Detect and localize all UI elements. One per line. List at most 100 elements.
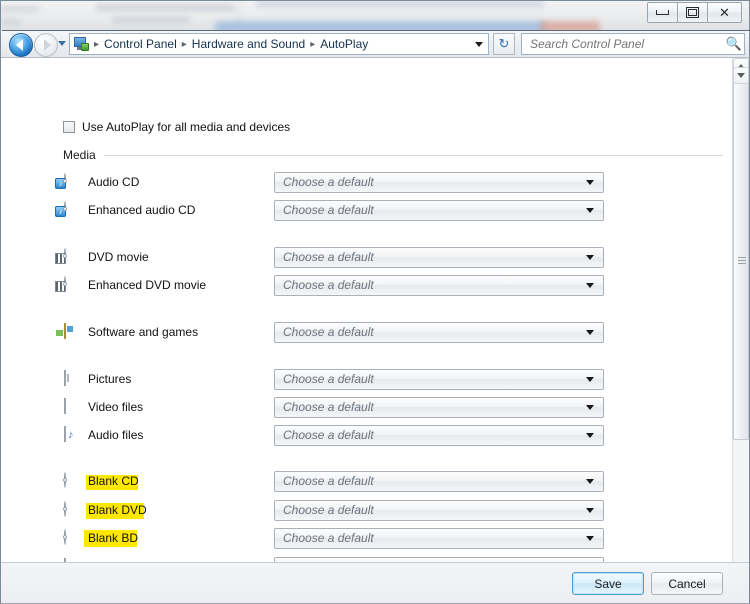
media-row: Pictures Choose a default <box>1 368 731 390</box>
default-action-dropdown[interactable]: Choose a default <box>274 246 604 268</box>
autoplay-settings-pane: Use AutoPlay for all media and devices M… <box>1 58 731 562</box>
enhanced-dvd-icon <box>55 275 81 294</box>
breadcrumb-separator-1: ▸ <box>181 38 187 50</box>
enhanced-audio-cd-icon: ♪ <box>55 200 81 219</box>
refresh-button[interactable]: ↻ <box>493 33 515 55</box>
scrollbar-grip-icon <box>738 256 746 264</box>
use-autoplay-checkbox-row[interactable]: Use AutoPlay for all media and devices <box>63 120 290 134</box>
group-divider <box>103 154 723 156</box>
breadcrumb-control-panel[interactable]: Control Panel <box>104 37 177 51</box>
control-panel-icon <box>74 37 89 51</box>
dvd-movie-icon <box>55 247 81 266</box>
dropdown-selected-value: Choose a default <box>283 175 374 189</box>
default-action-dropdown[interactable]: Choose a default <box>274 368 604 390</box>
dropdown-selected-value: Choose a default <box>283 250 374 264</box>
media-type-label: Blank DVD <box>88 503 147 517</box>
media-row: Software and games Choose a default <box>1 321 731 343</box>
default-action-dropdown[interactable]: Choose a default <box>274 499 604 521</box>
blank-dvd-icon <box>64 500 81 519</box>
save-button[interactable]: Save <box>572 572 644 595</box>
media-row: ♪ Audio CD Choose a default <box>1 171 731 193</box>
blank-cd-icon <box>64 471 81 490</box>
media-row: Enhanced DVD movie Choose a default <box>1 274 731 296</box>
chevron-down-icon <box>586 282 594 288</box>
recent-pages-chevron-icon[interactable] <box>58 41 66 46</box>
dropdown-selected-value: Choose a default <box>283 428 374 442</box>
search-icon: 🔍 <box>725 36 743 51</box>
chevron-down-icon <box>586 329 594 335</box>
chevron-down-icon <box>586 179 594 185</box>
default-action-dropdown[interactable]: Choose a default <box>274 424 604 446</box>
dialog-footer: Save Cancel <box>1 562 749 603</box>
forward-button[interactable] <box>34 33 58 57</box>
blank-bd-icon <box>64 528 81 547</box>
scrollbar-thumb[interactable] <box>733 80 749 440</box>
pictures-icon <box>64 369 81 388</box>
navigation-bar: ▸ Control Panel ▸ Hardware and Sound ▸ A… <box>1 30 749 58</box>
cancel-button-label: Cancel <box>668 576 706 591</box>
media-type-label: Audio files <box>88 428 144 442</box>
default-action-dropdown[interactable]: Choose a default <box>274 396 604 418</box>
address-dropdown-button[interactable] <box>470 34 488 54</box>
media-type-label: Pictures <box>88 372 132 386</box>
arrow-right-icon <box>44 39 51 51</box>
vertical-scrollbar[interactable] <box>732 58 749 562</box>
dropdown-selected-value: Choose a default <box>283 531 374 545</box>
default-action-dropdown[interactable]: Choose a default <box>274 527 604 549</box>
cancel-button[interactable]: Cancel <box>651 572 723 595</box>
default-action-dropdown[interactable]: Choose a default <box>274 199 604 221</box>
refresh-icon: ↻ <box>498 36 510 51</box>
dropdown-selected-value: Choose a default <box>283 400 374 414</box>
dropdown-selected-value: Choose a default <box>283 372 374 386</box>
dropdown-selected-value: Choose a default <box>283 278 374 292</box>
chevron-down-icon <box>586 535 594 541</box>
maximize-button[interactable] <box>677 2 708 23</box>
blurred-background <box>0 0 750 30</box>
media-group-title: Media <box>63 148 96 162</box>
dropdown-selected-value: Choose a default <box>283 325 374 339</box>
close-button[interactable]: ✕ <box>707 2 742 23</box>
address-bar[interactable]: ▸ Control Panel ▸ Hardware and Sound ▸ A… <box>69 33 489 55</box>
media-row: ♪ Audio files Choose a default <box>1 424 731 446</box>
search-box[interactable]: 🔍 <box>521 33 745 55</box>
default-action-dropdown[interactable]: Choose a default <box>274 171 604 193</box>
default-action-dropdown[interactable]: Choose a default <box>274 470 604 492</box>
window-caption-buttons: ✕ <box>647 2 742 23</box>
autoplay-window: ✕ ▸ Control Panel ▸ Hardware and Sound ▸… <box>0 0 750 604</box>
media-type-label: Enhanced audio CD <box>88 203 196 217</box>
dropdown-selected-value: Choose a default <box>283 503 374 517</box>
chevron-down-icon <box>586 254 594 260</box>
software-games-icon <box>64 322 81 341</box>
chevron-down-icon <box>586 376 594 382</box>
chevron-down-icon <box>586 404 594 410</box>
media-type-label: DVD movie <box>88 250 149 264</box>
dropdown-selected-value: Choose a default <box>283 474 374 488</box>
save-button-label: Save <box>594 576 622 591</box>
media-group-header: Media <box>63 148 723 162</box>
default-action-dropdown[interactable]: Choose a default <box>274 274 604 296</box>
chevron-down-icon <box>737 73 745 78</box>
breadcrumb-hardware-and-sound[interactable]: Hardware and Sound <box>192 37 305 51</box>
media-type-label: Blank CD <box>88 474 139 488</box>
dropdown-selected-value: Choose a default <box>283 203 374 217</box>
back-button[interactable] <box>9 33 33 57</box>
use-autoplay-label: Use AutoPlay for all media and devices <box>82 120 291 134</box>
media-row: ♪ Enhanced audio CD Choose a default <box>1 199 731 221</box>
media-row: DVD movie Choose a default <box>1 246 731 268</box>
chevron-down-icon <box>586 432 594 438</box>
use-autoplay-checkbox[interactable] <box>63 121 75 133</box>
breadcrumb-autoplay[interactable]: AutoPlay <box>320 37 368 51</box>
chevron-down-icon <box>475 41 483 47</box>
audio-files-icon: ♪ <box>64 425 81 444</box>
media-row: Blank BD Choose a default <box>1 527 731 549</box>
default-action-dropdown[interactable]: Choose a default <box>274 321 604 343</box>
media-type-label: Enhanced DVD movie <box>88 278 207 292</box>
media-type-label: Blank BD <box>88 531 139 545</box>
chevron-down-icon <box>586 207 594 213</box>
scroll-down-button[interactable] <box>733 67 749 84</box>
breadcrumb-separator-2: ▸ <box>310 38 316 50</box>
audio-cd-icon: ♪ <box>55 172 81 191</box>
restore-icon <box>686 7 699 18</box>
search-input[interactable] <box>528 36 724 52</box>
minimize-button[interactable] <box>647 2 678 23</box>
